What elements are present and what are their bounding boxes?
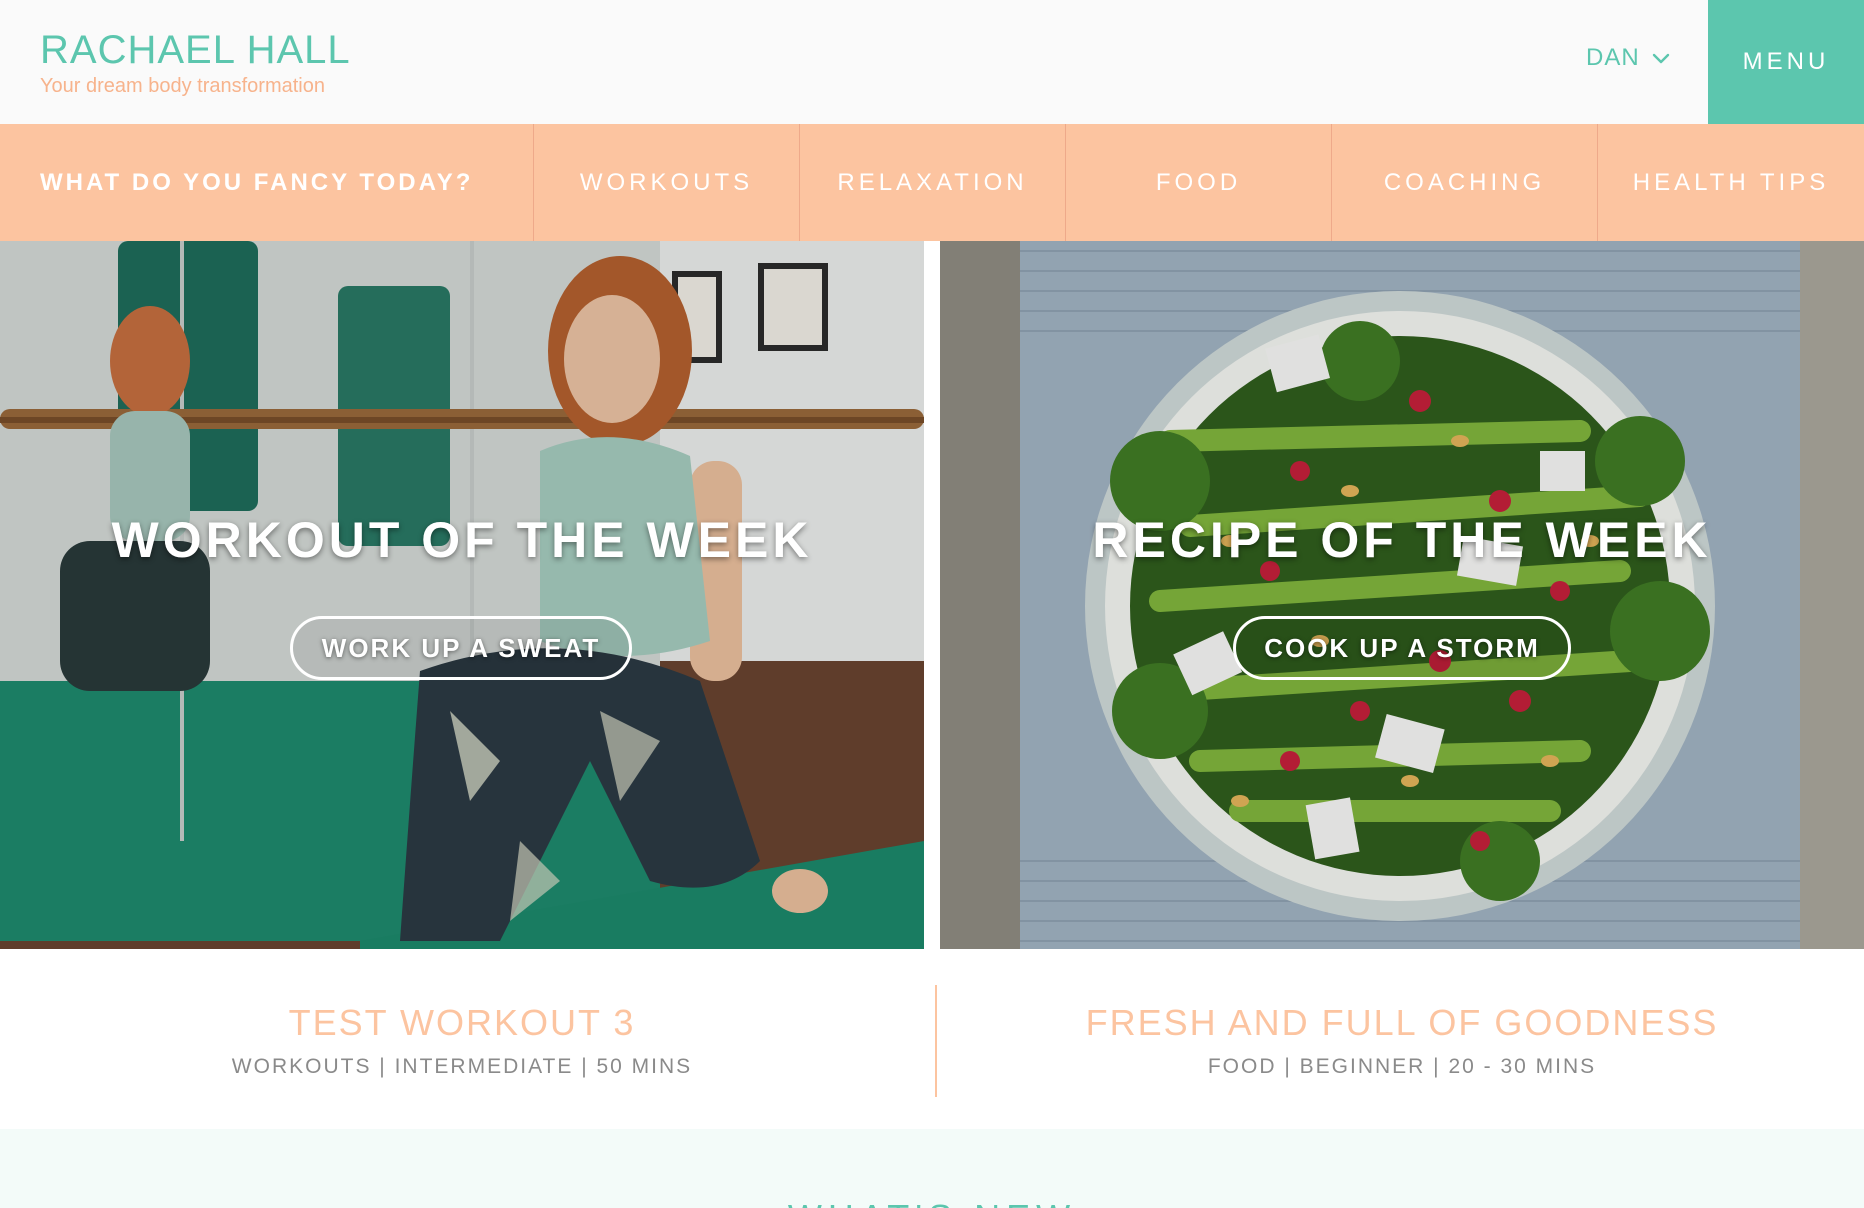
recipe-feature-title: RECIPE OF THE WEEK <box>1092 512 1712 568</box>
brand-tagline: Your dream body transformation <box>40 75 325 97</box>
work-up-a-sweat-button[interactable]: WORK UP A SWEAT <box>290 616 632 680</box>
nav-item-coaching[interactable]: COACHING <box>1332 124 1598 241</box>
cook-up-a-storm-button[interactable]: COOK UP A STORM <box>1233 616 1571 680</box>
feature-captions: TEST WORKOUT 3 WORKOUTS | INTERMEDIATE |… <box>0 949 1864 1129</box>
workout-caption-meta: WORKOUTS | INTERMEDIATE | 50 MINS <box>231 1055 693 1078</box>
workout-feature-title: WORKOUT OF THE WEEK <box>111 512 813 568</box>
workout-caption-title: TEST WORKOUT 3 <box>288 1002 636 1043</box>
site-header: RACHAEL HALL Your dream body transformat… <box>0 0 1864 124</box>
menu-button[interactable]: MENU <box>1708 0 1864 124</box>
nav-item-health-tips[interactable]: HEALTH TIPS <box>1598 124 1864 241</box>
workout-hero-image <box>0 241 924 949</box>
recipe-caption[interactable]: FRESH AND FULL OF GOODNESS FOOD | BEGINN… <box>940 1001 1864 1079</box>
whats-new-section: WHAT'S NEW <box>0 1129 1864 1208</box>
nav-item-relaxation[interactable]: RELAXATION <box>800 124 1066 241</box>
workout-feature-card[interactable]: WORKOUT OF THE WEEK WORK UP A SWEAT <box>0 241 924 949</box>
caption-divider <box>935 985 937 1097</box>
brand-logo[interactable]: RACHAEL HALL Your dream body transformat… <box>40 26 351 98</box>
user-name: DAN <box>1586 44 1640 71</box>
nav-item-workouts[interactable]: WORKOUTS <box>534 124 800 241</box>
recipe-caption-title: FRESH AND FULL OF GOODNESS <box>1085 1002 1719 1043</box>
nav-prompt: WHAT DO YOU FANCY TODAY? <box>0 124 534 241</box>
recipe-feature-card[interactable]: RECIPE OF THE WEEK COOK UP A STORM <box>940 241 1864 949</box>
recipe-hero-image <box>940 241 1864 949</box>
whats-new-heading: WHAT'S NEW <box>0 1197 1864 1208</box>
recipe-caption-meta: FOOD | BEGINNER | 20 - 30 MINS <box>1207 1055 1597 1078</box>
category-nav: WHAT DO YOU FANCY TODAY? WORKOUTS RELAXA… <box>0 124 1864 241</box>
user-dropdown[interactable]: DAN <box>1586 38 1670 78</box>
brand-name: RACHAEL HALL <box>40 28 351 72</box>
workout-caption[interactable]: TEST WORKOUT 3 WORKOUTS | INTERMEDIATE |… <box>0 1001 924 1079</box>
chevron-down-icon <box>1652 53 1669 64</box>
nav-item-food[interactable]: FOOD <box>1066 124 1332 241</box>
